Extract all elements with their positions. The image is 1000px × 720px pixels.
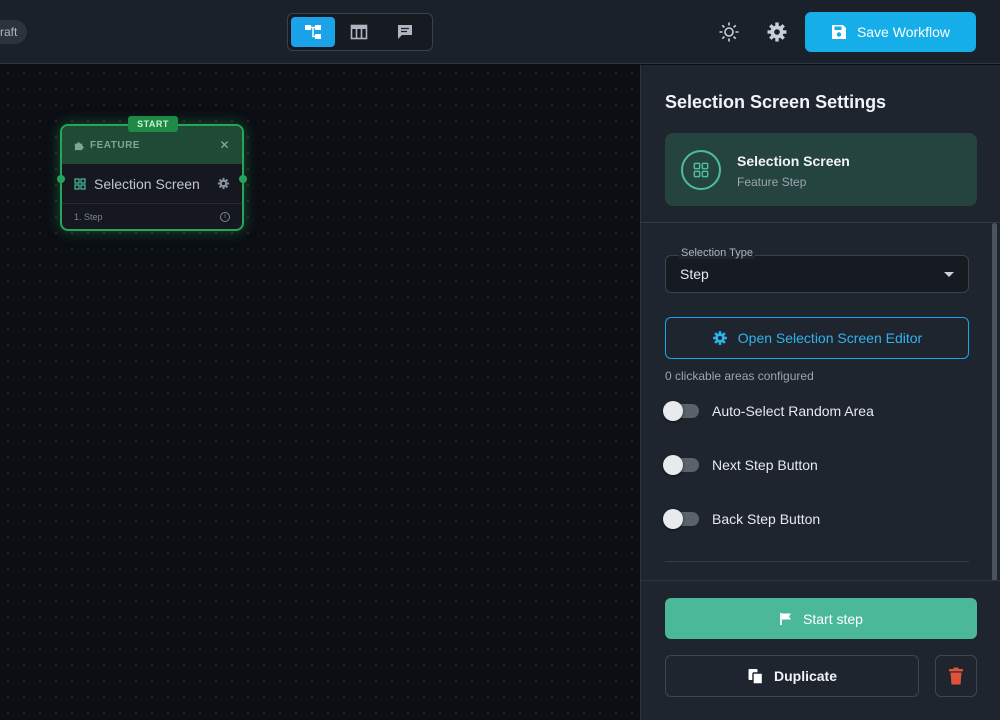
workflow-canvas[interactable]: START FEATURE ✕ Selection Screen 1. Step… xyxy=(0,65,640,720)
top-bar: raft Save Workflow xyxy=(0,0,1000,64)
node-close-icon[interactable]: ✕ xyxy=(219,138,230,152)
node-type-label: FEATURE xyxy=(90,139,140,151)
view-toggle-group xyxy=(287,13,433,51)
save-workflow-button[interactable]: Save Workflow xyxy=(805,12,976,52)
node-title: Selection Screen xyxy=(94,175,200,192)
table-view-button[interactable] xyxy=(337,17,381,47)
copy-icon xyxy=(748,668,764,685)
save-button-label: Save Workflow xyxy=(856,24,951,40)
back-step-label: Back Step Button xyxy=(712,511,821,527)
auto-select-toggle[interactable] xyxy=(663,401,699,421)
trash-icon xyxy=(949,667,963,685)
open-editor-button[interactable]: Open Selection Screen Editor xyxy=(665,317,969,359)
comments-view-button[interactable] xyxy=(383,17,427,47)
selection-type-select[interactable]: Step xyxy=(665,255,969,293)
delete-button[interactable] xyxy=(935,655,977,697)
theme-toggle-button[interactable] xyxy=(715,18,743,46)
settings-button[interactable] xyxy=(763,18,791,46)
flow-view-icon xyxy=(305,25,321,39)
table-view-icon xyxy=(350,24,368,40)
node-footer: 1. Step i xyxy=(62,204,242,229)
output-port[interactable] xyxy=(239,175,247,183)
input-port[interactable] xyxy=(57,175,65,183)
sun-icon xyxy=(719,22,739,42)
start-step-label: Start step xyxy=(803,610,863,627)
panel-footer: Start step Duplicate xyxy=(641,580,1000,720)
gear-icon xyxy=(712,331,727,345)
next-step-toggle[interactable] xyxy=(663,455,699,475)
card-title: Selection Screen xyxy=(737,153,850,169)
divider xyxy=(665,561,969,562)
toggle-knob xyxy=(663,509,683,529)
flag-icon xyxy=(780,612,792,625)
auto-select-toggle-row: Auto-Select Random Area xyxy=(663,400,874,422)
settings-panel: Selection Screen Settings Selection Scre… xyxy=(640,65,1000,720)
divider xyxy=(641,222,1000,223)
auto-select-label: Auto-Select Random Area xyxy=(712,403,874,419)
floppy-disk-icon xyxy=(831,25,846,39)
flow-view-button[interactable] xyxy=(291,17,335,47)
node-step-label: 1. Step xyxy=(74,211,103,222)
panel-title: Selection Screen Settings xyxy=(665,92,887,112)
duplicate-button[interactable]: Duplicate xyxy=(665,655,919,697)
draft-badge: raft xyxy=(0,20,28,44)
back-step-toggle-row: Back Step Button xyxy=(663,508,821,530)
next-step-label: Next Step Button xyxy=(712,457,818,473)
clickable-areas-note: 0 clickable areas configured xyxy=(665,369,814,383)
panel-scrollbar[interactable] xyxy=(992,223,997,583)
puzzle-icon xyxy=(74,141,84,150)
duplicate-label: Duplicate xyxy=(773,668,837,684)
step-info-card: Selection Screen Feature Step xyxy=(665,133,977,206)
comments-view-icon xyxy=(398,25,412,39)
chevron-down-icon xyxy=(944,271,954,277)
card-subtitle: Feature Step xyxy=(737,175,807,189)
grid-icon xyxy=(74,177,86,190)
workflow-node[interactable]: START FEATURE ✕ Selection Screen 1. Step… xyxy=(57,116,247,231)
toggle-knob xyxy=(663,401,683,421)
selection-type-label: Selection Type xyxy=(679,247,755,259)
start-badge: START xyxy=(128,116,178,132)
node-body: Selection Screen xyxy=(62,164,242,204)
toggle-knob xyxy=(663,455,683,475)
grid-icon xyxy=(693,162,709,178)
gear-icon xyxy=(767,22,787,42)
next-step-toggle-row: Next Step Button xyxy=(663,454,818,476)
step-icon-circle xyxy=(681,150,721,190)
info-icon[interactable]: i xyxy=(220,211,230,222)
selection-type-value: Step xyxy=(680,266,709,282)
node-gear-icon[interactable] xyxy=(217,177,230,190)
open-editor-label: Open Selection Screen Editor xyxy=(737,330,923,346)
back-step-toggle[interactable] xyxy=(663,509,699,529)
start-step-button[interactable]: Start step xyxy=(665,598,977,639)
